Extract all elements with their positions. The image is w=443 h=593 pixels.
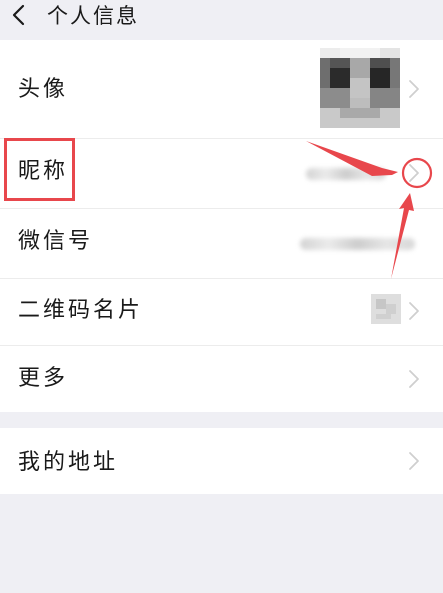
back-button[interactable] [6,0,36,34]
chevron-right-icon [409,302,419,320]
wechat-id-value [300,238,415,250]
avatar[interactable] [320,48,400,128]
chevron-right-icon [409,80,419,98]
wechat-id-row[interactable]: 微信号 [0,209,443,278]
address-section: 我的地址 [0,428,443,494]
qr-code-icon [371,294,401,324]
nav-bar: 个人信息 [0,0,443,40]
nickname-highlight-box [4,138,75,201]
more-row[interactable]: 更多 [0,346,443,412]
address-row[interactable]: 我的地址 [0,428,443,494]
more-label: 更多 [18,366,69,391]
chevron-right-icon [409,370,419,388]
page-title: 个人信息 [47,4,139,28]
chevron-right-icon[interactable] [408,163,420,183]
wechat-id-label: 微信号 [18,229,94,254]
chevron-right-icon [409,452,419,470]
chevron-left-icon [12,4,25,26]
qr-card-label: 二维码名片 [18,298,144,323]
nickname-value [306,168,386,180]
avatar-label: 头像 [18,77,69,102]
address-label: 我的地址 [18,450,119,475]
